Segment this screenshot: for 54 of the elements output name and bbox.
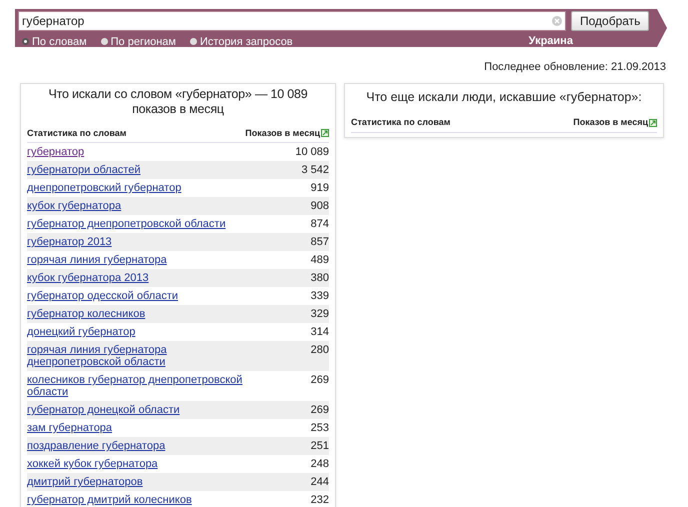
phrase-link[interactable]: кубок губернатора	[27, 200, 247, 212]
count-cell: 232	[310, 494, 329, 506]
count-cell: 489	[310, 254, 329, 266]
count-cell: 314	[310, 326, 329, 338]
count-cell: 339	[310, 290, 329, 302]
count-cell: 874	[310, 218, 329, 230]
count-cell: 908	[310, 200, 329, 212]
count-cell: 380	[310, 272, 329, 284]
panel-title: Что искали со словом «губернатор» — 10 089 показов в месяц	[47, 86, 309, 116]
export-icon[interactable]	[649, 119, 657, 127]
phrase-link[interactable]: губернатор одесской области	[27, 290, 247, 302]
phrase-link[interactable]: губернатор днепропетровской области	[27, 218, 247, 230]
count-cell: 244	[310, 476, 329, 488]
export-icon[interactable]	[321, 129, 329, 138]
count-cell: 857	[310, 236, 329, 248]
count-cell-text: 269	[310, 374, 329, 388]
phrase-link[interactable]: губернатор дмитрий колесников	[27, 494, 247, 506]
count-cell: 251	[310, 440, 329, 452]
column-header: Показов в месяц	[573, 116, 648, 130]
phrase-link[interactable]: горячая линия губернатора	[27, 254, 247, 266]
search-field[interactable]: губернатор	[18, 11, 566, 31]
phrase-link[interactable]: поздравление губернатора	[27, 440, 247, 452]
phrase-link[interactable]: губернатор колесников	[27, 308, 247, 320]
count-cell-text: 280	[310, 344, 329, 358]
phrase-link[interactable]: губернатор донецкой области	[27, 404, 247, 416]
phrase-link[interactable]: днепропетровский губернатор	[27, 182, 247, 194]
phrase-link[interactable]: дмитрий губернаторов	[27, 476, 247, 488]
count-cell: 269	[310, 404, 329, 416]
count-cell: 919	[310, 182, 329, 194]
phrase-link[interactable]: губернатор 2013	[27, 236, 247, 248]
phrase-link[interactable]: колесников губернатор днепропетровской области	[27, 374, 247, 398]
mode-radio[interactable]: По словам	[22, 34, 87, 50]
count-cell: 248	[310, 458, 329, 470]
count-cell: 3 542	[301, 164, 329, 176]
phrase-link[interactable]: донецкий губернатор	[27, 326, 247, 338]
phrase-link[interactable]: губернатори областей	[27, 164, 247, 176]
phrase-link[interactable]: губернатор	[27, 146, 247, 158]
column-header: Статистика по словам	[351, 116, 450, 130]
phrase-link[interactable]: кубок губернатора 2013	[27, 272, 247, 284]
panel-title: Что еще искали люди, искавшие «губернатор»:	[365, 88, 643, 106]
phrase-link[interactable]: хоккей кубок губернатора	[27, 458, 247, 470]
count-cell: 329	[310, 308, 329, 320]
last-updated: Последнее обновление: 21.09.2013	[484, 60, 666, 75]
column-header: Показов в месяц	[245, 126, 320, 140]
count-cell: 253	[310, 422, 329, 434]
phrase-link[interactable]: горячая линия губернатора днепропетровской области	[27, 344, 247, 368]
phrase-link[interactable]: зам губернатора	[27, 422, 247, 434]
mode-radio[interactable]: По регионам	[100, 34, 176, 50]
column-header: Статистика по словам	[27, 126, 126, 140]
mode-radio[interactable]: История запросов	[190, 34, 293, 50]
region-link[interactable]: Украина	[528, 33, 573, 50]
count-cell: 10 089	[295, 146, 329, 158]
clear-icon[interactable]	[552, 16, 562, 26]
submit-button[interactable]: Подобрать	[571, 11, 650, 31]
